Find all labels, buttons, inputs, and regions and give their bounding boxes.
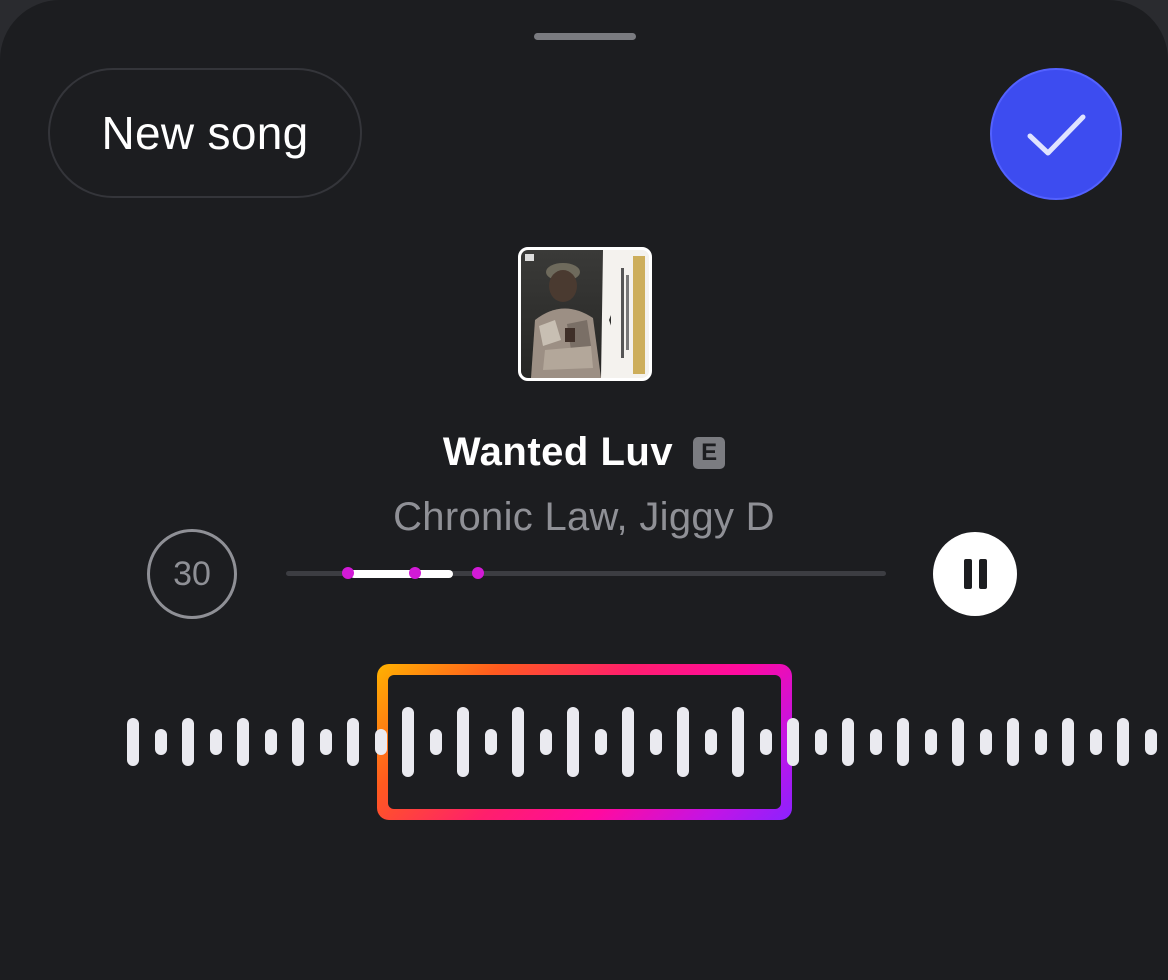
- song-title-row: Wanted Luv E: [0, 422, 1168, 482]
- waveform-bar: [787, 718, 799, 766]
- new-song-button[interactable]: New song: [48, 68, 362, 198]
- pause-icon-left: [963, 559, 972, 589]
- waveform-bar: [759, 729, 772, 755]
- waveform-bar: [842, 718, 854, 766]
- waveform-bar: [1117, 718, 1129, 766]
- new-song-label: New song: [101, 107, 309, 159]
- pause-icon-right: [978, 559, 987, 589]
- waveform-bar: [732, 707, 744, 777]
- waveform-bar: [594, 729, 607, 755]
- bottom-sheet: New song Wanted Luv E Chronic Law, Jiggy…: [0, 0, 1168, 980]
- sheet-grabber[interactable]: [534, 33, 636, 40]
- done-button[interactable]: [990, 68, 1122, 200]
- audio-waveform[interactable]: [0, 700, 1168, 780]
- waveform-bar: [264, 729, 277, 755]
- clip-start-marker: [342, 567, 354, 579]
- waveform-bar: [924, 729, 937, 755]
- waveform-bar: [237, 718, 249, 766]
- pause-button[interactable]: [933, 532, 1017, 616]
- waveform-bar: [1089, 729, 1102, 755]
- waveform-bar: [677, 707, 689, 777]
- album-cover: [518, 247, 652, 381]
- waveform-bar: [182, 718, 194, 766]
- waveform-bar: [897, 718, 909, 766]
- playhead-marker[interactable]: [409, 567, 421, 579]
- album-cover-art: [521, 250, 649, 378]
- waveform-bar: [1062, 718, 1074, 766]
- waveform-bar: [1034, 729, 1047, 755]
- progress-fill: [350, 570, 453, 578]
- waveform-bar: [374, 729, 387, 755]
- waveform-bar: [622, 707, 634, 777]
- waveform-bar: [319, 729, 332, 755]
- waveform-bar: [649, 729, 662, 755]
- waveform-bar: [979, 729, 992, 755]
- waveform-bar: [704, 729, 717, 755]
- waveform-bar: [429, 729, 442, 755]
- waveform-bar: [512, 707, 524, 777]
- waveform-bar: [869, 729, 882, 755]
- clip-duration-label: 30: [173, 554, 211, 593]
- song-title: Wanted Luv: [442, 429, 674, 474]
- waveform-bar: [1007, 718, 1019, 766]
- waveform-bar: [814, 729, 827, 755]
- waveform-bar: [539, 729, 552, 755]
- checkmark-icon: [1027, 114, 1086, 156]
- clip-end-marker: [472, 567, 484, 579]
- waveform-bar: [952, 718, 964, 766]
- explicit-badge: E: [693, 437, 726, 469]
- waveform-bar: [567, 707, 579, 777]
- clip-duration-button[interactable]: 30: [147, 529, 237, 619]
- waveform-bar: [1144, 729, 1157, 755]
- waveform-bar: [402, 707, 414, 777]
- waveform-bar: [457, 707, 469, 777]
- waveform-bar: [127, 718, 139, 766]
- waveform-bar: [209, 729, 222, 755]
- waveform-bar: [484, 729, 497, 755]
- waveform-bar: [292, 718, 304, 766]
- waveform-bar: [154, 729, 167, 755]
- waveform-bar: [347, 718, 359, 766]
